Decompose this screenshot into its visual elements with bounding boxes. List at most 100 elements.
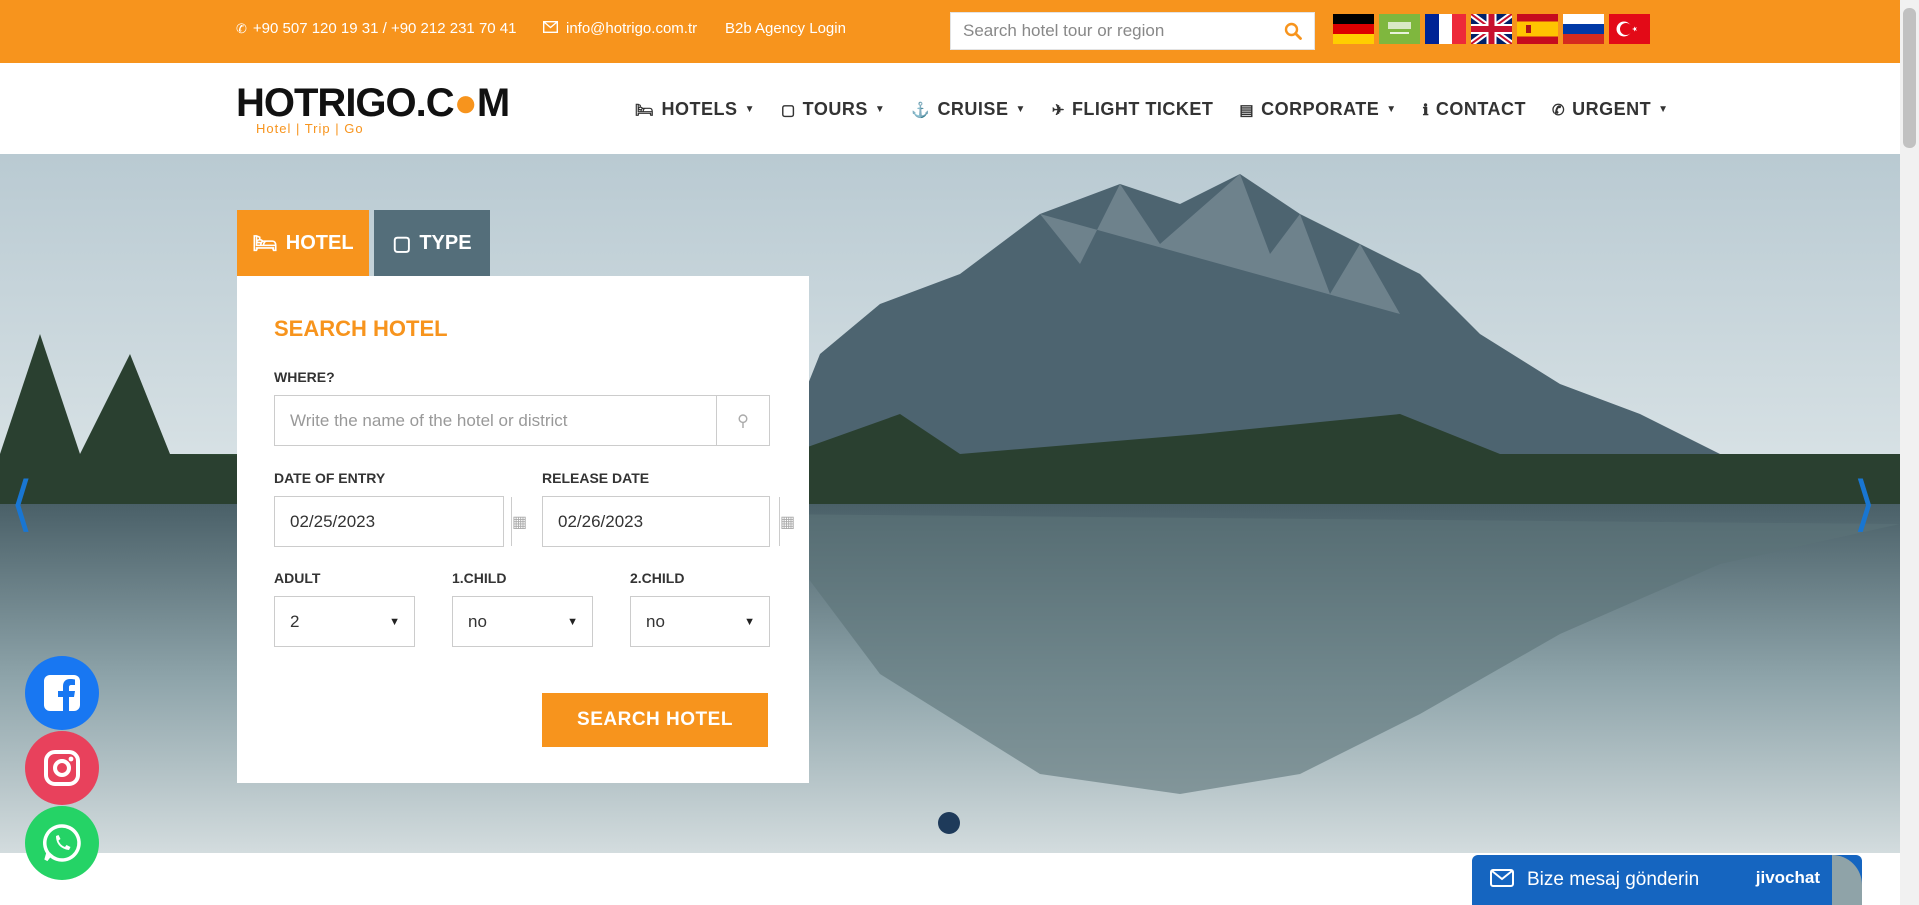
form-title: SEARCH HOTEL <box>274 316 448 341</box>
entry-date-input[interactable] <box>275 497 511 546</box>
caret-down-icon: ▼ <box>1658 104 1669 115</box>
child2-label: 2.CHILD <box>630 570 685 586</box>
whatsapp-button[interactable] <box>25 806 99 880</box>
hotel-search-form: SEARCH HOTEL WHERE? ⚲ DATE OF ENTRY ▦ RE… <box>237 276 809 783</box>
german-flag-icon[interactable] <box>1333 14 1374 44</box>
main-nav: 🛏 HOTELS ▼ ▢ TOURS ▼ ⚓ CRUISE ▼ ✈ FLIGHT… <box>635 99 1669 120</box>
briefcase-icon: ▢ <box>780 101 796 119</box>
info-icon: ℹ <box>1422 101 1429 119</box>
tab-hotel[interactable]: 🛏 HOTEL <box>237 210 369 292</box>
instagram-button[interactable] <box>25 731 99 805</box>
child1-label: 1.CHILD <box>452 570 507 586</box>
facebook-icon <box>44 675 80 711</box>
phone-contact[interactable]: ✆ +90 507 120 19 31 / +90 212 231 70 41 <box>236 20 516 37</box>
briefcase-icon: ▢ <box>392 232 412 255</box>
nav-tours[interactable]: ▢ TOURS ▼ <box>781 99 885 120</box>
where-field: ⚲ <box>274 395 770 446</box>
plane-icon: ✈ <box>1051 101 1065 119</box>
slider-prev-arrow[interactable]: ⟨ <box>10 474 33 534</box>
logo-text-end: M <box>476 81 510 125</box>
b2b-login-link[interactable]: B2b Agency Login <box>725 20 846 37</box>
caret-down-icon: ▼ <box>1386 104 1397 115</box>
adult-label: ADULT <box>274 570 321 586</box>
nav-hotels[interactable]: 🛏 HOTELS ▼ <box>635 99 755 120</box>
search-input[interactable] <box>951 13 1261 49</box>
saudi-flag-icon[interactable] <box>1379 14 1420 44</box>
nav-corporate[interactable]: ▤ CORPORATE ▼ <box>1239 99 1396 120</box>
turkish-flag-icon[interactable] <box>1609 14 1650 44</box>
logo-text: HOTRIGO.C <box>236 81 455 125</box>
entry-date-label: DATE OF ENTRY <box>274 470 386 486</box>
search-hotel-button[interactable]: SEARCH HOTEL <box>542 693 768 747</box>
scrollbar-thumb[interactable] <box>1903 8 1916 148</box>
spanish-flag-icon[interactable] <box>1517 14 1558 44</box>
jivochat-logo: jivochat <box>1755 868 1820 887</box>
chat-corner-fold <box>1832 855 1862 905</box>
caret-down-icon: ▼ <box>389 615 400 628</box>
uk-flag-icon[interactable] <box>1471 14 1512 44</box>
map-marker-icon: ⚲ <box>716 396 769 445</box>
slider-dot[interactable] <box>938 812 960 834</box>
tab-type-label: TYPE <box>419 231 472 254</box>
nav-cruise[interactable]: ⚓ CRUISE ▼ <box>911 99 1026 120</box>
nav-corporate-label: CORPORATE <box>1261 99 1380 119</box>
language-flags <box>1333 14 1650 44</box>
file-icon: ▤ <box>1239 101 1255 119</box>
nav-hotels-label: HOTELS <box>661 99 738 119</box>
entry-date-field: ▦ <box>274 496 527 547</box>
child1-value: no <box>468 611 487 631</box>
envelope-icon <box>1490 868 1514 892</box>
phone-text: +90 507 120 19 31 / +90 212 231 70 41 <box>252 20 517 37</box>
map-pin-icon: ● <box>453 81 478 125</box>
bed-icon: 🛏 <box>635 101 655 119</box>
where-label: WHERE? <box>274 369 335 385</box>
site-logo[interactable]: HOTRIGO.C●M Hotel | Trip | Go <box>236 83 521 138</box>
child2-select[interactable]: no ▼ <box>630 596 770 647</box>
russian-flag-icon[interactable] <box>1563 14 1604 44</box>
nav-contact-label: CONTACT <box>1435 99 1527 119</box>
caret-down-icon: ▼ <box>1015 104 1026 115</box>
logo-wordmark: HOTRIGO.C●M <box>236 83 521 123</box>
instagram-icon <box>44 750 80 786</box>
tab-hotel-label: HOTEL <box>285 231 354 254</box>
whatsapp-icon <box>43 824 81 862</box>
search-icon[interactable] <box>1284 22 1302 45</box>
phone-icon: ✆ <box>1552 101 1566 119</box>
french-flag-icon[interactable] <box>1425 14 1466 44</box>
chat-widget[interactable]: Bize mesaj gönderin jivochat <box>1472 855 1862 905</box>
envelope-icon <box>542 20 559 37</box>
site-search <box>950 12 1315 50</box>
adult-select[interactable]: 2 ▼ <box>274 596 415 647</box>
nav-flight-ticket-label: FLIGHT TICKET <box>1071 99 1214 119</box>
caret-down-icon: ▼ <box>874 104 886 115</box>
top-bar: ✆ +90 507 120 19 31 / +90 212 231 70 41 … <box>0 0 1900 63</box>
bed-icon: 🛏 <box>252 232 278 255</box>
nav-flight-ticket[interactable]: ✈ FLIGHT TICKET <box>1052 99 1214 120</box>
email-contact[interactable]: info@hotrigo.com.tr <box>542 20 698 37</box>
chat-message-label: Bize mesaj gönderin <box>1527 869 1700 890</box>
child1-select[interactable]: no ▼ <box>452 596 593 647</box>
release-date-label: RELEASE DATE <box>542 470 650 486</box>
facebook-button[interactable] <box>25 656 99 730</box>
nav-contact[interactable]: ℹ CONTACT <box>1423 99 1526 120</box>
child2-value: no <box>646 611 665 631</box>
main-header: HOTRIGO.C●M Hotel | Trip | Go 🛏 HOTELS ▼… <box>0 63 1900 154</box>
page-scrollbar[interactable] <box>1900 0 1919 905</box>
slider-next-arrow[interactable]: ⟩ <box>1853 474 1876 534</box>
nav-urgent-label: URGENT <box>1572 99 1652 119</box>
caret-down-icon: ▼ <box>744 615 755 628</box>
calendar-icon[interactable]: ▦ <box>511 497 527 546</box>
release-date-field: ▦ <box>542 496 795 547</box>
nav-tours-label: TOURS <box>802 99 868 119</box>
caret-down-icon: ▼ <box>567 615 578 628</box>
nav-urgent[interactable]: ✆ URGENT ▼ <box>1552 99 1668 120</box>
ship-icon: ⚓ <box>911 101 931 119</box>
adult-value: 2 <box>290 611 300 631</box>
tab-type[interactable]: ▢ TYPE <box>374 210 490 276</box>
calendar-icon[interactable]: ▦ <box>779 497 795 546</box>
release-date-input[interactable] <box>543 497 779 546</box>
where-input[interactable] <box>275 396 716 445</box>
email-text: info@hotrigo.com.tr <box>566 20 698 37</box>
nav-cruise-label: CRUISE <box>937 99 1009 119</box>
caret-down-icon: ▼ <box>744 104 755 115</box>
